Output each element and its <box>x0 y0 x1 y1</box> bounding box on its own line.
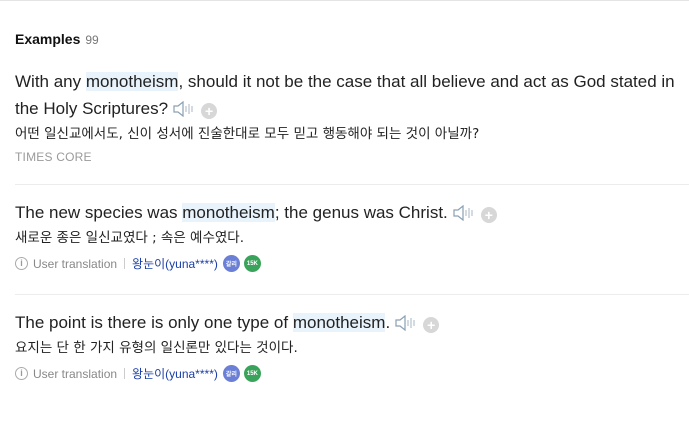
user-translation-label: User translation <box>33 256 118 271</box>
speaker-icon[interactable] <box>395 315 417 331</box>
sentence-text: . <box>385 313 391 332</box>
example-source: TIMES CORE <box>15 150 92 164</box>
examples-header: Examples 99 <box>15 31 99 47</box>
add-to-wordbook-icon[interactable]: + <box>201 103 218 119</box>
divider <box>15 184 689 185</box>
example-english: With any monotheism, should it not be th… <box>15 68 680 122</box>
highlighted-word[interactable]: monotheism <box>292 313 386 332</box>
example-english: The point is there is only one type of m… <box>15 309 680 336</box>
rank-badge-icon: 갈리 <box>222 365 240 382</box>
sentence-text: The new species was <box>15 203 183 222</box>
rank-badge-icon: 갈리 <box>222 255 240 272</box>
highlighted-word[interactable]: monotheism <box>85 72 179 91</box>
example-item: The new species was monotheism; the genu… <box>15 199 680 272</box>
speaker-icon[interactable] <box>453 205 475 221</box>
info-icon[interactable]: i <box>15 257 28 270</box>
add-to-wordbook-icon[interactable]: + <box>480 207 497 223</box>
example-english: The new species was monotheism; the genu… <box>15 199 680 226</box>
user-translation-label: User translation <box>33 366 118 381</box>
examples-count: 99 <box>85 33 99 47</box>
example-korean: 요지는 단 한 가지 유형의 일신론만 있다는 것이다. <box>15 340 298 356</box>
sentence-text: The point is there is only one type of <box>15 313 293 332</box>
example-korean: 새로운 종은 일신교였다 ; 속은 예수였다. <box>15 230 245 246</box>
speaker-icon[interactable] <box>173 101 195 117</box>
separator <box>124 368 126 379</box>
points-badge-icon: 15K <box>243 255 261 272</box>
separator <box>124 258 126 269</box>
highlighted-word[interactable]: monotheism <box>182 203 275 222</box>
translator-link[interactable]: 왕눈이(yuna****) <box>132 365 218 382</box>
example-item: With any monotheism, should it not be th… <box>15 68 680 164</box>
example-item: The point is there is only one type of m… <box>15 309 680 382</box>
top-divider <box>0 0 689 1</box>
example-korean: 어떤 일신교에서도, 신이 성서에 진술한대로 모두 믿고 행동해야 되는 것이… <box>15 126 480 142</box>
translation-meta: i User translation 왕눈이(yuna****) 갈리 15K <box>15 255 680 272</box>
section-title: Examples <box>15 31 81 47</box>
points-badge-icon: 15K <box>243 365 261 382</box>
sentence-text: ; the genus was Christ. <box>274 203 448 222</box>
sentence-text: With any <box>15 72 86 91</box>
info-icon[interactable]: i <box>15 367 28 380</box>
translator-link[interactable]: 왕눈이(yuna****) <box>132 255 218 272</box>
add-to-wordbook-icon[interactable]: + <box>423 317 440 333</box>
translation-meta: i User translation 왕눈이(yuna****) 갈리 15K <box>15 365 680 382</box>
divider <box>15 294 689 295</box>
